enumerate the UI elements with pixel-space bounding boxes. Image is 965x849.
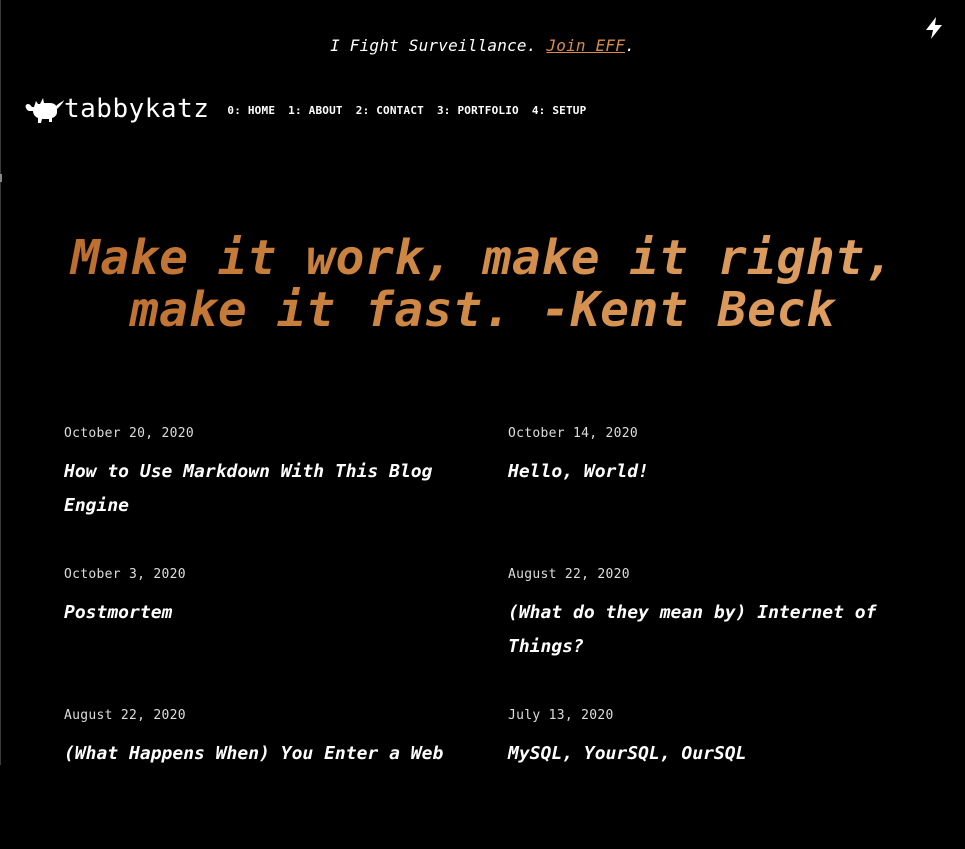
resize-handle[interactable] [0,174,2,182]
main-nav: 0: HOME 1: ABOUT 2: CONTACT 3: PORTFOLIO… [227,104,599,117]
post-title-link[interactable]: How to Use Markdown With This Blog Engin… [64,455,444,523]
post-date: August 22, 2020 [64,708,186,723]
cat-logo-icon[interactable] [24,92,66,126]
post-date: October 20, 2020 [64,426,195,441]
eff-banner: I Fight Surveillance. Join EFF. [0,36,965,55]
site-name[interactable]: tabbykatz [64,94,209,124]
join-eff-link[interactable]: Join EFF [546,36,625,55]
post-item: October 3, 2020 Postmortem [64,567,508,708]
post-item: October 14, 2020 Hello, World! [508,426,908,567]
hero-quote: Make it work, make it right, make it fas… [0,232,965,336]
post-item: October 20, 2020 How to Use Markdown Wit… [64,426,508,567]
post-list: October 20, 2020 How to Use Markdown Wit… [64,426,944,849]
post-date: October 14, 2020 [508,426,639,441]
nav-contact[interactable]: 2: CONTACT [356,104,424,117]
post-title-link[interactable]: Postmortem [64,596,444,630]
post-item: July 13, 2020 MySQL, YourSQL, OurSQL [508,708,908,849]
post-date: August 22, 2020 [508,567,630,582]
post-date: October 3, 2020 [64,567,186,582]
left-window-edge [0,0,1,765]
post-title-link[interactable]: (What do they mean by) Internet of Thing… [508,596,888,664]
post-date: July 13, 2020 [508,708,614,723]
post-title-link[interactable]: MySQL, YourSQL, OurSQL [508,737,888,771]
site-header: tabbykatz 0: HOME 1: ABOUT 2: CONTACT 3:… [24,92,599,126]
hero-line-2: make it fast. -Kent Beck [129,282,836,338]
post-title-link[interactable]: (What Happens When) You Enter a Web [64,737,444,771]
banner-suffix: . [625,36,635,55]
nav-portfolio[interactable]: 3: PORTFOLIO [437,104,519,117]
post-item: August 22, 2020 (What do they mean by) I… [508,567,908,708]
banner-text: I Fight Surveillance. [330,36,547,55]
post-item: August 22, 2020 (What Happens When) You … [64,708,508,849]
nav-setup[interactable]: 4: SETUP [532,104,587,117]
nav-about[interactable]: 1: ABOUT [288,104,343,117]
nav-home[interactable]: 0: HOME [227,104,275,117]
post-title-link[interactable]: Hello, World! [508,455,888,489]
hero-line-1: Make it work, make it right, [70,230,895,286]
lightning-bolt-icon[interactable] [923,16,945,40]
